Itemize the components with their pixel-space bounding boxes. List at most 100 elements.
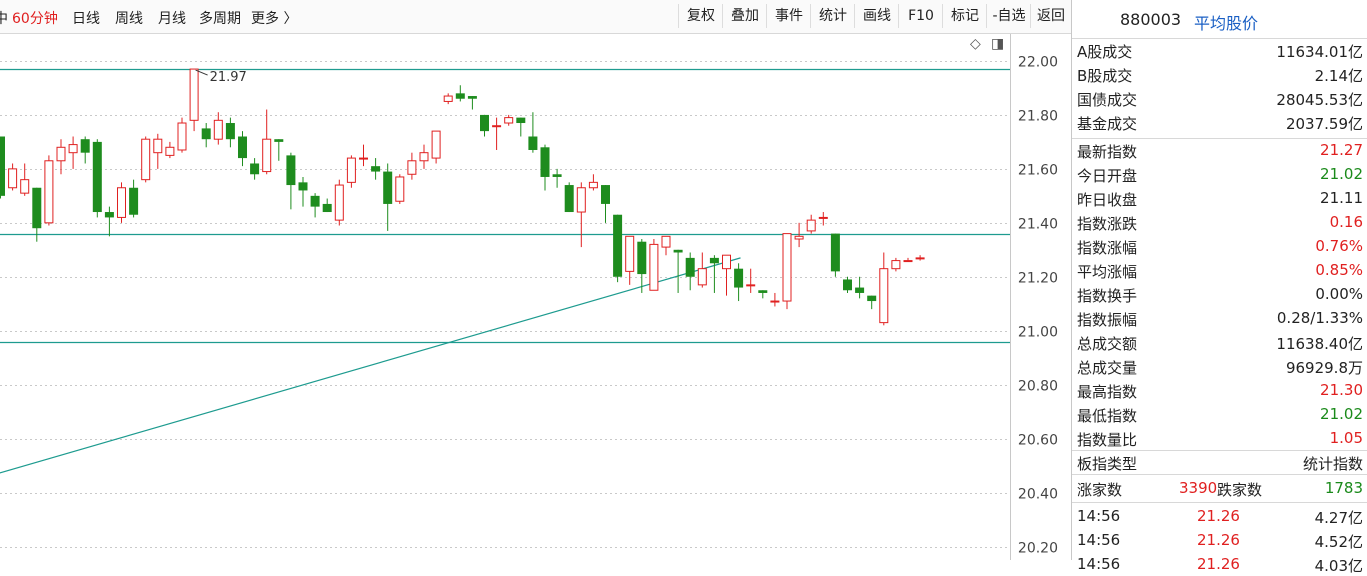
price-tick-label: 21.20 [1018, 271, 1058, 287]
quote-row: 最高指数 21.30 [1072, 378, 1367, 402]
quote-value: 21.11 [1320, 189, 1363, 207]
toolbar-button-7[interactable]: -自选 [986, 4, 1031, 28]
window-icon[interactable]: ◨ [991, 36, 1004, 52]
quote-row: 昨日收盘 21.11 [1072, 186, 1367, 210]
toolbar-button-0[interactable]: 复权 [678, 4, 723, 28]
quote-value: 0.28/1.33% [1276, 309, 1363, 327]
quote-value: 21.27 [1320, 141, 1363, 159]
quote-row: 最新指数 21.27 [1072, 138, 1367, 162]
candle-body [480, 114, 489, 132]
toolbar-button-4[interactable]: 画线 [854, 4, 899, 28]
candle-body [92, 141, 102, 213]
candle-body [359, 157, 368, 160]
period-tab-2[interactable]: 日线 [72, 8, 100, 28]
quote-value: 1.05 [1329, 429, 1363, 447]
candle-body [20, 179, 30, 194]
candle-body [685, 257, 695, 277]
toolbar-button-5[interactable]: F10 [898, 4, 943, 28]
diamond-icon[interactable]: ◇ [970, 36, 981, 52]
tick-amount: 4.52亿 [1314, 533, 1363, 551]
up-count-value: 3390 [1179, 479, 1218, 497]
quote-value: 21.30 [1320, 381, 1363, 399]
candle-body [419, 152, 429, 162]
candle-body [746, 284, 756, 287]
candle-body [334, 184, 344, 221]
index-code: 880003 [1120, 10, 1182, 29]
candle-body [310, 195, 320, 207]
candle-body [225, 123, 235, 140]
candle-body [177, 122, 187, 151]
quote-row: 平均涨幅 0.85% [1072, 258, 1367, 282]
candle-body [806, 219, 816, 232]
down-count-label: 跌家数 [1217, 481, 1263, 499]
candle-body [298, 182, 308, 191]
toolbar-button-1[interactable]: 叠加 [722, 4, 767, 28]
candle-body [625, 235, 635, 272]
candle-body [697, 268, 707, 286]
toolbar-button-8[interactable]: 返回 [1030, 4, 1071, 28]
candle-body [734, 268, 744, 288]
tick-row: 14:56 21.26 4.27亿 [1072, 504, 1367, 528]
candle-body [843, 279, 852, 291]
period-tab-5[interactable]: 多周期 [199, 8, 241, 28]
quote-label: 基金成交 [1077, 115, 1138, 133]
candle-body [564, 185, 574, 213]
candle-body [540, 147, 550, 177]
quote-label: 指数振幅 [1077, 311, 1138, 329]
toolbar-button-6[interactable]: 标记 [942, 4, 987, 28]
candle-body [8, 168, 18, 189]
quote-value: 0.16 [1329, 213, 1363, 231]
candle-body [661, 235, 671, 248]
price-tick-label: 20.20 [1018, 541, 1058, 557]
quote-row: 指数振幅 0.28/1.33% [1072, 306, 1367, 330]
quote-row: 基金成交 2037.59亿 [1072, 110, 1367, 134]
candle-body [709, 257, 719, 264]
market-breadth-row: 涨家数 3390 跌家数 1783 [1072, 476, 1367, 500]
tick-time: 14:56 [1077, 531, 1121, 549]
index-name[interactable]: 平均股价 [1194, 10, 1258, 34]
candle-body [0, 136, 5, 196]
toolbar-button-2[interactable]: 事件 [766, 4, 811, 28]
tick-row: 14:56 21.26 4.52亿 [1072, 528, 1367, 552]
toolbar-button-3[interactable]: 统计 [810, 4, 855, 28]
quote-row: 国债成交 28045.53亿 [1072, 86, 1367, 110]
quote-label: 昨日收盘 [1077, 191, 1138, 209]
kline-chart[interactable]: 22.00 21.80 21.60 21.40 21.20 21.00 20.80 20.60… [0, 34, 1071, 560]
quote-label: 指数换手 [1077, 287, 1138, 305]
candle-body [322, 203, 332, 213]
candle-body [649, 243, 659, 291]
candle-body [794, 235, 804, 240]
tick-amount: 4.27亿 [1314, 509, 1363, 527]
candle-body [601, 185, 610, 204]
price-tick-label: 21.80 [1018, 109, 1058, 125]
price-tick-label: 21.00 [1018, 325, 1058, 341]
quote-value: 11638.40亿 [1276, 335, 1363, 353]
quote-value: 2.14亿 [1314, 67, 1363, 85]
period-tab-1[interactable]: 60分钟 [12, 8, 58, 28]
quote-value: 2037.59亿 [1285, 115, 1363, 133]
quote-row: 板指类型 统计指数 [1072, 450, 1367, 474]
period-tab-0[interactable]: 中 [0, 8, 8, 28]
period-tab-6[interactable]: 更多 〉 [251, 8, 297, 28]
candle-body [770, 300, 780, 303]
candle-body [516, 117, 526, 124]
candle-body [552, 174, 562, 177]
tick-price: 21.26 [1197, 555, 1240, 573]
quote-value: 21.02 [1320, 165, 1363, 183]
quote-row: 指数量比 1.05 [1072, 426, 1367, 450]
candle-body [80, 139, 90, 153]
candle-body [528, 136, 538, 150]
panel-separator [1072, 474, 1367, 475]
period-tab-3[interactable]: 周线 [115, 8, 143, 28]
period-tab-4[interactable]: 月线 [158, 8, 186, 28]
candle-body [903, 260, 913, 263]
quote-row: B股成交 2.14亿 [1072, 62, 1367, 86]
quote-value: 0.76% [1315, 237, 1363, 255]
candle-body [722, 254, 731, 270]
up-count-label: 涨家数 [1077, 481, 1123, 499]
price-tick-label: 20.60 [1018, 433, 1058, 449]
candle-body [165, 146, 175, 156]
quote-value: 28045.53亿 [1276, 91, 1363, 109]
quote-value: 0.00% [1315, 285, 1363, 303]
quote-row: A股成交 11634.01亿 [1072, 38, 1367, 62]
